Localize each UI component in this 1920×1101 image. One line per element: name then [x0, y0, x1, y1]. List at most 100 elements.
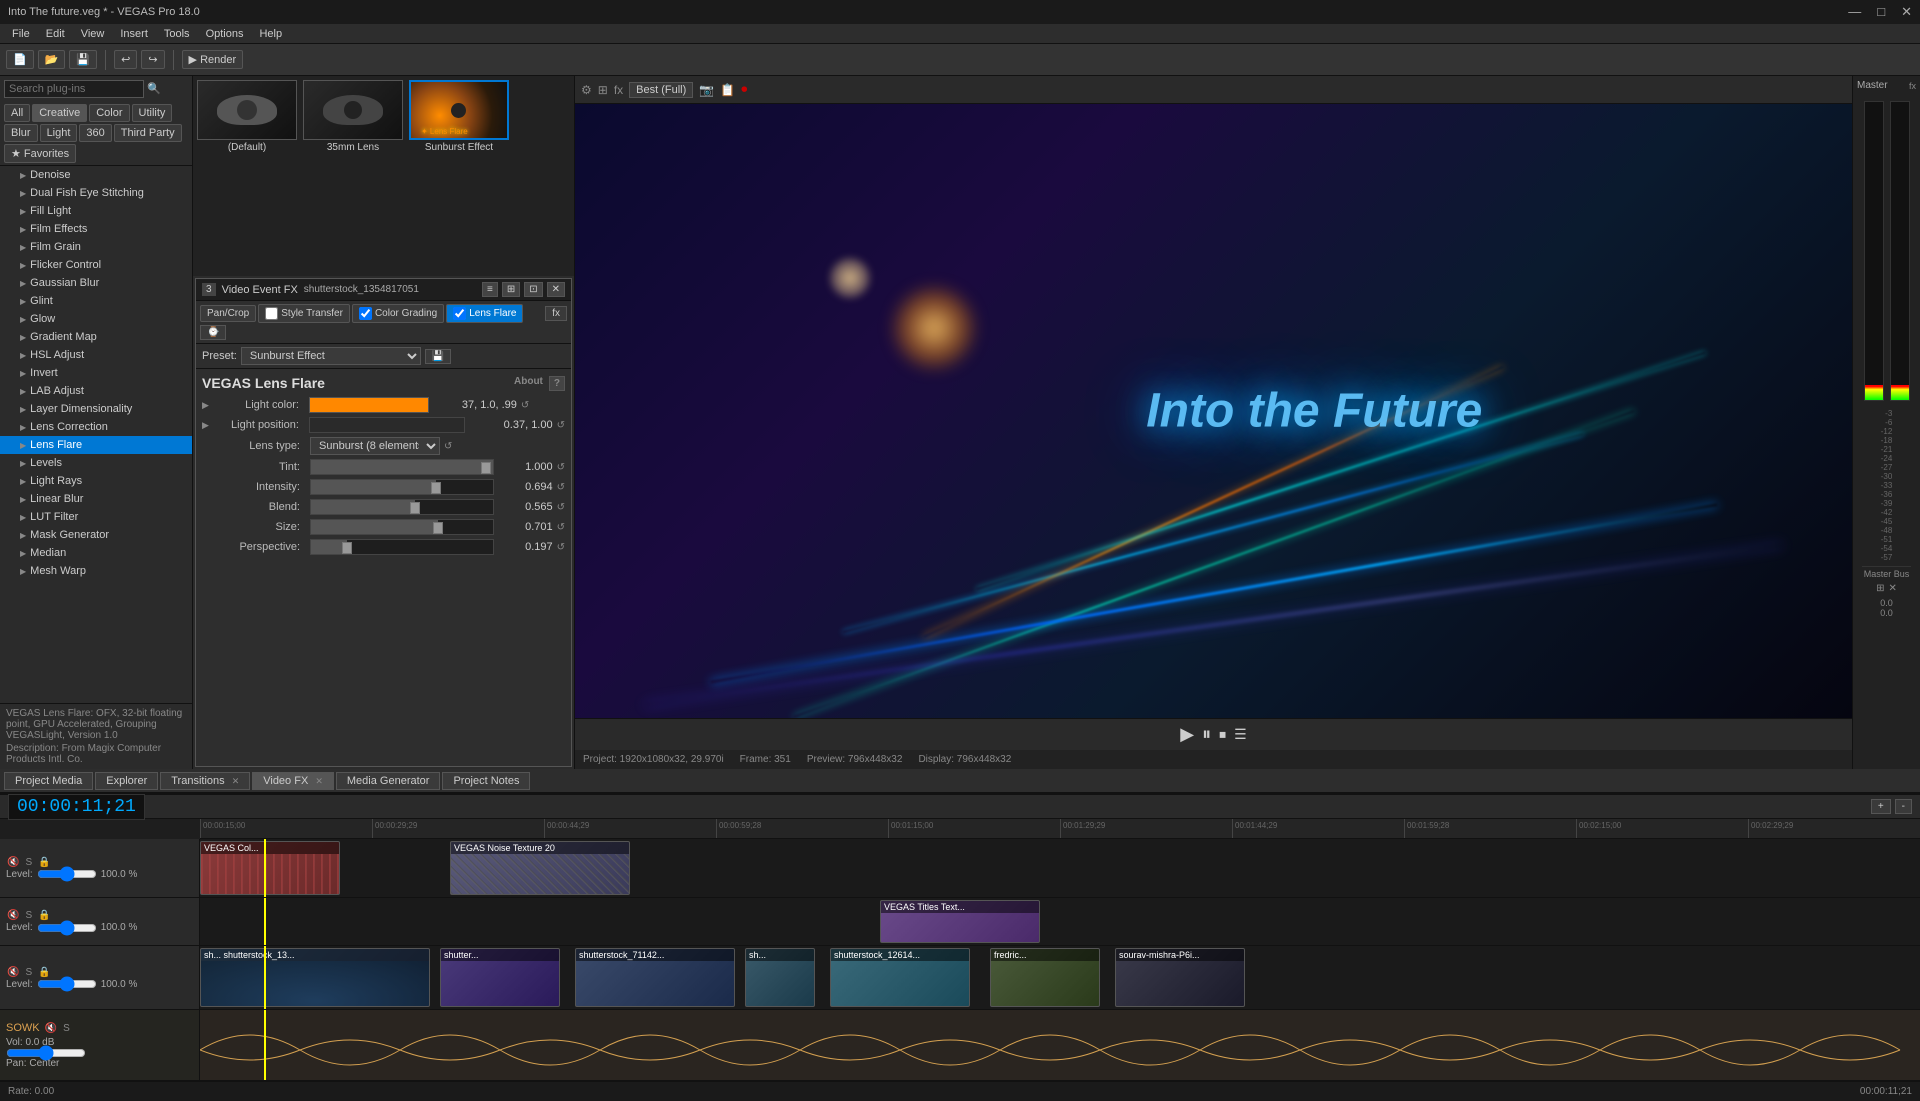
plugin-film-grain[interactable]: ▶Film Grain — [0, 238, 192, 256]
clip-vegas-noise[interactable]: VEGAS Noise Texture 20 — [450, 841, 630, 895]
search-input[interactable] — [4, 80, 144, 98]
blend-slider-track[interactable] — [310, 499, 494, 515]
track-1-solo[interactable]: S — [24, 856, 33, 869]
open-btn[interactable]: 📂 — [38, 50, 66, 69]
stop-btn[interactable]: ⏹ — [1219, 726, 1226, 743]
lens-type-select[interactable]: Sunburst (8 elements) Basic Advanced Ana… — [310, 437, 440, 455]
clip-vegas-titles[interactable]: VEGAS Titles Text... — [880, 900, 1040, 944]
fx-tab-style-transfer[interactable]: Style Transfer — [258, 304, 350, 323]
clip-sourav[interactable]: sourav-mishra-P6i... — [1115, 948, 1245, 1007]
blend-reset[interactable]: ↺ — [557, 502, 565, 513]
plugin-denoise[interactable]: ▶Denoise — [0, 166, 192, 184]
fx-grid-btn[interactable]: ⊞ — [502, 282, 520, 297]
menu-tools[interactable]: Tools — [156, 28, 198, 40]
preview-fx-btn[interactable]: fx — [614, 83, 623, 97]
plugin-lens-correction[interactable]: ▶Lens Correction — [0, 418, 192, 436]
preview-record-btn[interactable]: ⏺ — [741, 82, 747, 97]
about-button[interactable]: About — [514, 376, 543, 391]
track-2-solo[interactable]: S — [24, 909, 33, 922]
menu-btn[interactable]: ☰ — [1234, 726, 1247, 743]
plugin-linear-blur[interactable]: ▶Linear Blur — [0, 490, 192, 508]
plugin-light-rays[interactable]: ▶Light Rays — [0, 472, 192, 490]
track-3-solo[interactable]: S — [24, 966, 33, 979]
plugin-glow[interactable]: ▶Glow — [0, 310, 192, 328]
tint-slider-thumb[interactable] — [481, 462, 491, 474]
preset-select[interactable]: Sunburst Effect (Default) 35mm Lens — [241, 347, 421, 365]
fx-tab-pancrop[interactable]: Pan/Crop — [200, 305, 256, 322]
tint-slider-track[interactable] — [310, 459, 494, 475]
preview-settings-btn[interactable]: ⚙ — [581, 83, 592, 97]
plugin-dual-fish[interactable]: ▶Dual Fish Eye Stitching — [0, 184, 192, 202]
preview-copy-btn[interactable]: 📋 — [720, 83, 735, 97]
preview-quality-select[interactable]: Best (Full) — [629, 82, 693, 98]
light-position-reset[interactable]: ↺ — [557, 420, 565, 431]
size-reset[interactable]: ↺ — [557, 522, 565, 533]
timeline-zoom-out[interactable]: - — [1895, 799, 1912, 814]
redo-btn[interactable]: ↪ — [141, 50, 164, 69]
tint-reset[interactable]: ↺ — [557, 462, 565, 473]
plugin-flicker-control[interactable]: ▶Flicker Control — [0, 256, 192, 274]
intensity-slider-track[interactable] — [310, 479, 494, 495]
size-slider-thumb[interactable] — [433, 522, 443, 534]
track-3-level-slider[interactable] — [37, 979, 97, 989]
master-fx-icon[interactable]: fx — [1909, 81, 1916, 91]
size-slider-track[interactable] — [310, 519, 494, 535]
tab-transitions[interactable]: Transitions ✕ — [160, 772, 250, 790]
tab-creative[interactable]: Creative — [32, 104, 87, 122]
expand-light-color[interactable]: ▶ — [202, 400, 209, 411]
tab-third-party[interactable]: Third Party — [114, 124, 182, 142]
preset-35mm[interactable]: 35mm Lens — [303, 80, 403, 272]
menu-options[interactable]: Options — [198, 28, 252, 40]
color-grading-checkbox[interactable] — [359, 307, 372, 320]
tab-blur[interactable]: Blur — [4, 124, 38, 142]
fx-keyframe-btn[interactable]: ⌚ — [200, 325, 226, 340]
audio-vol-slider[interactable] — [6, 1048, 86, 1058]
plugin-gaussian-blur[interactable]: ▶Gaussian Blur — [0, 274, 192, 292]
new-btn[interactable]: 📄 — [6, 50, 34, 69]
plugin-invert[interactable]: ▶Invert — [0, 364, 192, 382]
undo-btn[interactable]: ↩ — [114, 50, 137, 69]
blend-slider-thumb[interactable] — [410, 502, 420, 514]
plugin-mesh-warp[interactable]: ▶Mesh Warp — [0, 562, 192, 580]
minimize-btn[interactable]: — — [1848, 4, 1861, 20]
lens-type-reset[interactable]: ↺ — [444, 441, 452, 452]
fx-tab-lens-flare[interactable]: Lens Flare — [446, 304, 523, 323]
menu-edit[interactable]: Edit — [38, 28, 73, 40]
light-position-area[interactable] — [309, 417, 465, 433]
perspective-slider-thumb[interactable] — [342, 542, 352, 554]
track-3-mute[interactable]: 🔇 — [6, 966, 20, 979]
tab-all[interactable]: All — [4, 104, 30, 122]
light-color-swatch[interactable] — [309, 397, 429, 413]
render-btn[interactable]: ▶ Render — [182, 50, 244, 69]
tab-project-notes[interactable]: Project Notes — [442, 772, 530, 790]
track-2-mute[interactable]: 🔇 — [6, 909, 20, 922]
transitions-close[interactable]: ✕ — [232, 776, 240, 786]
close-btn[interactable]: ✕ — [1901, 4, 1912, 20]
expand-light-pos[interactable]: ▶ — [202, 420, 209, 431]
track-2-level-slider[interactable] — [37, 923, 97, 933]
menu-view[interactable]: View — [73, 28, 113, 40]
help-button[interactable]: ? — [549, 376, 565, 391]
plugin-median[interactable]: ▶Median — [0, 544, 192, 562]
plugin-lab-adjust[interactable]: ▶LAB Adjust — [0, 382, 192, 400]
clip-vegas-col[interactable]: VEGAS Col... — [200, 841, 340, 895]
plugin-hsl-adjust[interactable]: ▶HSL Adjust — [0, 346, 192, 364]
perspective-reset[interactable]: ↺ — [557, 542, 565, 553]
clip-sh-4[interactable]: sh... — [745, 948, 815, 1007]
fx-tab-color-grading[interactable]: Color Grading — [352, 304, 444, 323]
fx-animate-btn[interactable]: fx — [545, 306, 567, 321]
maximize-btn[interactable]: □ — [1877, 4, 1885, 20]
track-1-mute[interactable]: 🔇 — [6, 856, 20, 869]
light-color-reset[interactable]: ↺ — [521, 400, 529, 411]
save-btn[interactable]: 💾 — [69, 50, 97, 69]
play-btn[interactable]: ▶ — [1180, 724, 1194, 745]
clip-fredric[interactable]: fredric... — [990, 948, 1100, 1007]
intensity-reset[interactable]: ↺ — [557, 482, 565, 493]
plugin-fill-light[interactable]: ▶Fill Light — [0, 202, 192, 220]
audio-mute[interactable]: 🔇 — [44, 1022, 58, 1035]
menu-file[interactable]: File — [4, 28, 38, 40]
preview-split-btn[interactable]: ⊞ — [598, 83, 608, 97]
plugin-layer-dimensionality[interactable]: ▶Layer Dimensionality — [0, 400, 192, 418]
audio-solo[interactable]: S — [62, 1022, 71, 1035]
preview-snap-btn[interactable]: 📷 — [699, 83, 714, 97]
